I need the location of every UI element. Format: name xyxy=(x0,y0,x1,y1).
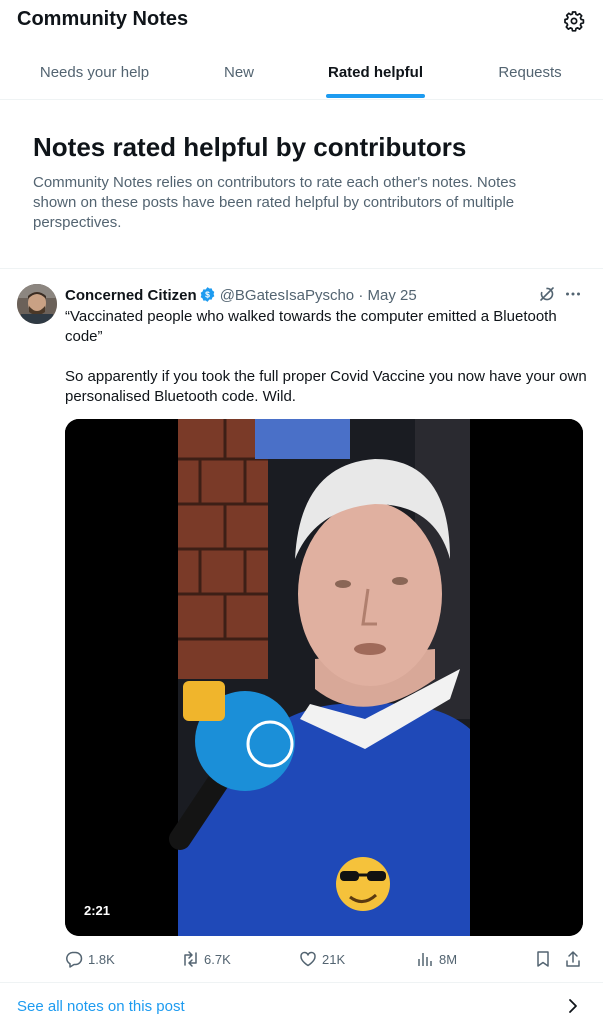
see-all-notes-label: See all notes on this post xyxy=(17,998,185,1015)
video-thumbnail xyxy=(65,419,583,936)
repost-count: 6.7K xyxy=(204,952,231,967)
see-all-notes-link[interactable]: See all notes on this post xyxy=(0,982,603,1030)
post-text: “Vaccinated people who walked towards th… xyxy=(65,307,590,407)
chevron-right-icon xyxy=(569,999,577,1013)
separator-dot: · xyxy=(358,287,364,304)
share-icon[interactable] xyxy=(564,950,582,968)
reply-count: 1.8K xyxy=(88,952,115,967)
author-name[interactable]: Concerned Citizen xyxy=(65,287,197,304)
top-bar: Community Notes xyxy=(0,0,603,40)
tab-new[interactable]: New xyxy=(200,44,278,100)
tab-bar: Needs your help New Rated helpful Reques… xyxy=(0,44,603,100)
views-button[interactable]: 8M xyxy=(416,949,466,971)
view-count: 8M xyxy=(439,952,458,967)
grok-icon[interactable] xyxy=(537,284,557,304)
section-intro: Notes rated helpful by contributors Comm… xyxy=(0,101,603,269)
page-title: Community Notes xyxy=(17,8,189,30)
video-duration: 2:21 xyxy=(84,903,111,918)
tab-rated-helpful[interactable]: Rated helpful xyxy=(326,44,425,100)
tab-requests[interactable]: Requests xyxy=(480,44,580,100)
reply-button[interactable]: 1.8K xyxy=(65,949,125,971)
like-count: 21K xyxy=(322,952,346,967)
bookmark-icon[interactable] xyxy=(534,950,552,968)
heart-icon xyxy=(300,951,316,967)
tab-label: Needs your help xyxy=(39,64,150,81)
section-description: Community Notes relies on contributors t… xyxy=(33,174,517,231)
more-options-icon[interactable] xyxy=(563,284,583,304)
tab-label: Rated helpful xyxy=(327,64,423,81)
post-header: Concerned Citizen $ @BGatesIsaPyscho · M… xyxy=(65,286,417,306)
avatar[interactable] xyxy=(17,284,57,324)
section-heading: Notes rated helpful by contributors xyxy=(33,132,467,162)
gear-icon[interactable] xyxy=(562,9,586,33)
tab-label: New xyxy=(223,64,254,81)
tab-needs-your-help[interactable]: Needs your help xyxy=(17,44,172,100)
analytics-icon xyxy=(418,953,432,966)
tab-label: Requests xyxy=(498,64,562,81)
avatar-image xyxy=(17,284,57,324)
post-card[interactable]: Concerned Citizen $ @BGatesIsaPyscho · M… xyxy=(0,270,603,982)
reply-icon xyxy=(66,951,83,968)
author-handle[interactable]: @BGatesIsaPyscho xyxy=(220,287,354,304)
repost-button[interactable]: 6.7K xyxy=(181,949,241,971)
active-tab-indicator xyxy=(326,94,425,98)
svg-text:$: $ xyxy=(205,290,210,300)
post-date[interactable]: May 25 xyxy=(367,287,416,304)
repost-icon xyxy=(184,951,197,967)
post-text-line: “Vaccinated people who walked towards th… xyxy=(65,308,557,345)
like-button[interactable]: 21K xyxy=(299,949,354,971)
video-player[interactable]: 2:21 xyxy=(65,419,583,936)
post-text-line: So apparently if you took the full prope… xyxy=(65,368,587,405)
verified-badge-icon: $ xyxy=(200,287,214,302)
